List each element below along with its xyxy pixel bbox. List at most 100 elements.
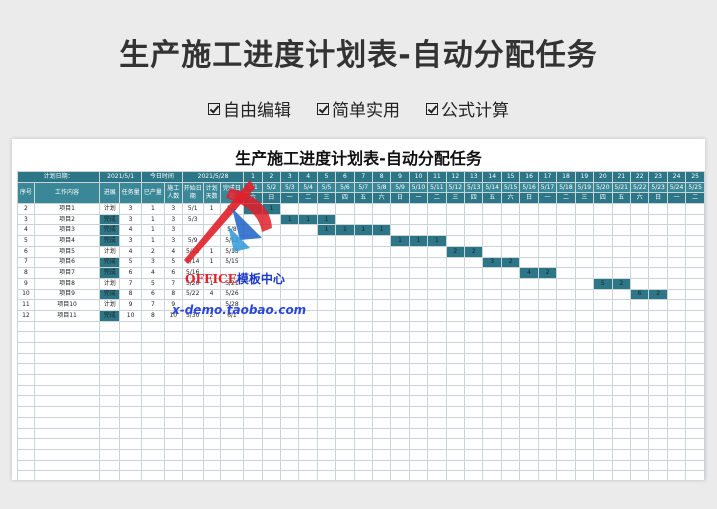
- empty-cell: [33, 448, 101, 461]
- day-number: 23: [648, 171, 668, 183]
- column-header: 施工人数: [163, 181, 183, 205]
- gantt-cell: [371, 203, 392, 215]
- gantt-cell: 2: [537, 267, 558, 279]
- empty-cell: [390, 374, 410, 386]
- empty-cell: [163, 406, 183, 418]
- empty-cell: [537, 352, 558, 365]
- gantt-cell: [629, 256, 650, 269]
- empty-cell: [243, 406, 263, 418]
- empty-cell: [427, 416, 447, 429]
- empty-cell: [261, 459, 282, 472]
- empty-cell: [666, 459, 687, 472]
- empty-cell: [298, 470, 318, 480]
- gantt-cell: [298, 267, 318, 279]
- empty-cell: [408, 406, 429, 418]
- day-number: 10: [408, 171, 429, 183]
- watermark-brand-blue: 模板中心: [236, 272, 285, 286]
- gantt-cell: [537, 203, 558, 215]
- empty-cell: [119, 342, 143, 354]
- gantt-cell: [371, 213, 392, 226]
- empty-row: [17, 448, 705, 461]
- planned-days: 4: [202, 288, 221, 301]
- day-number: 20: [593, 171, 613, 183]
- empty-cell: [316, 331, 337, 343]
- empty-cell: [33, 384, 101, 397]
- gantt-cell: [574, 224, 595, 237]
- empty-cell: [119, 374, 143, 386]
- empty-cell: [537, 416, 558, 429]
- gantt-cell: [243, 288, 263, 301]
- empty-cell: [17, 342, 35, 354]
- empty-cell: [298, 320, 318, 333]
- gantt-cell: 2: [445, 245, 466, 258]
- empty-cell: [261, 406, 282, 418]
- gantt-cell: [445, 288, 466, 301]
- empty-cell: [574, 470, 595, 480]
- date-header: 5/23: [648, 181, 668, 194]
- empty-cell: [519, 395, 539, 408]
- empty-cell: [390, 342, 410, 354]
- task-quantity: 3: [119, 235, 143, 247]
- empty-cell: [685, 470, 705, 480]
- feature-list: 自由编辑 简单实用 公式计算: [0, 96, 717, 121]
- empty-cell: [574, 342, 595, 354]
- empty-cell: [316, 438, 337, 450]
- empty-cell: [99, 438, 121, 450]
- gantt-cell: [611, 309, 631, 322]
- empty-cell: [629, 352, 650, 365]
- empty-cell: [181, 416, 204, 429]
- empty-cell: [427, 395, 447, 408]
- gantt-cell: [390, 245, 410, 258]
- empty-cell: [445, 352, 466, 365]
- gantt-cell: [556, 267, 576, 279]
- empty-cell: [119, 406, 143, 418]
- empty-cell: [593, 374, 613, 386]
- gantt-cell: [685, 277, 705, 290]
- weekday-header: 三: [316, 192, 337, 205]
- plan-date-value: 2021/5/1: [99, 171, 143, 183]
- empty-cell: [629, 470, 650, 480]
- task-quantity: 4: [119, 245, 143, 258]
- gantt-cell: [482, 203, 502, 215]
- day-number: 12: [445, 171, 466, 183]
- gantt-cell: [445, 256, 466, 269]
- empty-row: [17, 459, 705, 472]
- gantt-cell: [593, 203, 613, 215]
- gantt-cell: [500, 203, 521, 215]
- gantt-cell: [629, 235, 650, 247]
- empty-cell: [280, 459, 300, 472]
- empty-cell: [181, 406, 204, 418]
- empty-cell: [202, 416, 221, 429]
- column-header: 完成日期: [219, 181, 245, 205]
- empty-cell: [33, 406, 101, 418]
- gantt-cell: [611, 203, 631, 215]
- gantt-cell: [611, 224, 631, 237]
- gantt-cell: [574, 288, 595, 301]
- gantt-cell: [335, 299, 355, 311]
- gantt-cell: [574, 309, 595, 322]
- end-date: 5/15: [219, 256, 245, 269]
- plan-date-label: 计划日期：: [16, 171, 101, 183]
- empty-cell: [353, 352, 373, 365]
- empty-cell: [298, 406, 318, 418]
- empty-cell: [593, 406, 613, 418]
- gantt-cell: [464, 256, 484, 269]
- empty-cell: [537, 320, 558, 333]
- gantt-cell: [408, 256, 429, 269]
- empty-cell: [298, 374, 318, 386]
- gantt-cell: [593, 235, 613, 247]
- empty-cell: [408, 470, 429, 480]
- empty-cell: [519, 438, 539, 450]
- weekday-header: 一: [408, 192, 429, 205]
- empty-cell: [537, 438, 558, 450]
- empty-cell: [482, 459, 502, 472]
- empty-cell: [500, 395, 521, 408]
- gantt-cell: [427, 299, 447, 311]
- empty-cell: [181, 320, 204, 333]
- empty-cell: [353, 438, 373, 450]
- gantt-cell: [574, 277, 595, 290]
- gantt-cell: [280, 245, 300, 258]
- empty-cell: [445, 374, 466, 386]
- row-number: 12: [17, 309, 35, 322]
- gantt-cell: [390, 299, 410, 311]
